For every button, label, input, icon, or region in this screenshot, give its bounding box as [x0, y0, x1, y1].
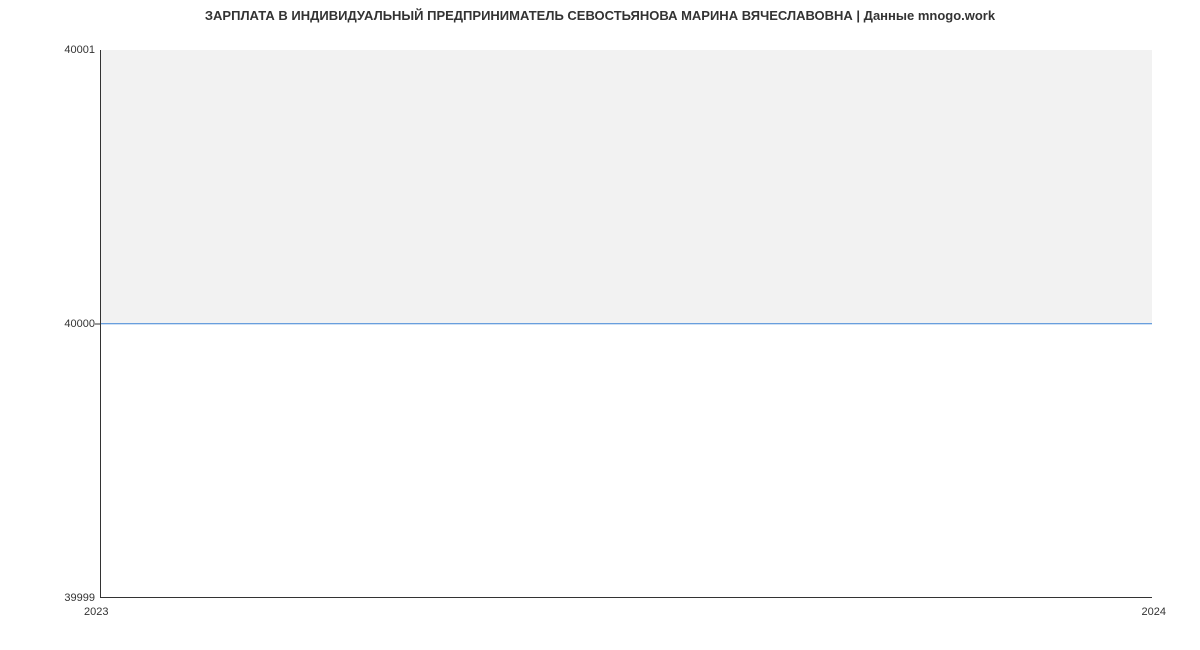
y-axis-tick-label: 39999 — [64, 592, 95, 604]
y-axis-tick-label: 40000 — [64, 318, 95, 330]
plot-background — [101, 50, 1152, 324]
plot-area — [100, 50, 1152, 598]
y-axis-tick-mark — [95, 324, 100, 325]
x-axis-tick-label: 2024 — [1142, 606, 1166, 618]
x-axis-tick-label: 2023 — [84, 606, 108, 618]
y-axis-tick-label: 40001 — [64, 44, 95, 56]
chart-title: ЗАРПЛАТА В ИНДИВИДУАЛЬНЫЙ ПРЕДПРИНИМАТЕЛ… — [0, 8, 1200, 23]
chart-container: ЗАРПЛАТА В ИНДИВИДУАЛЬНЫЙ ПРЕДПРИНИМАТЕЛ… — [0, 0, 1200, 650]
data-line — [101, 323, 1152, 324]
